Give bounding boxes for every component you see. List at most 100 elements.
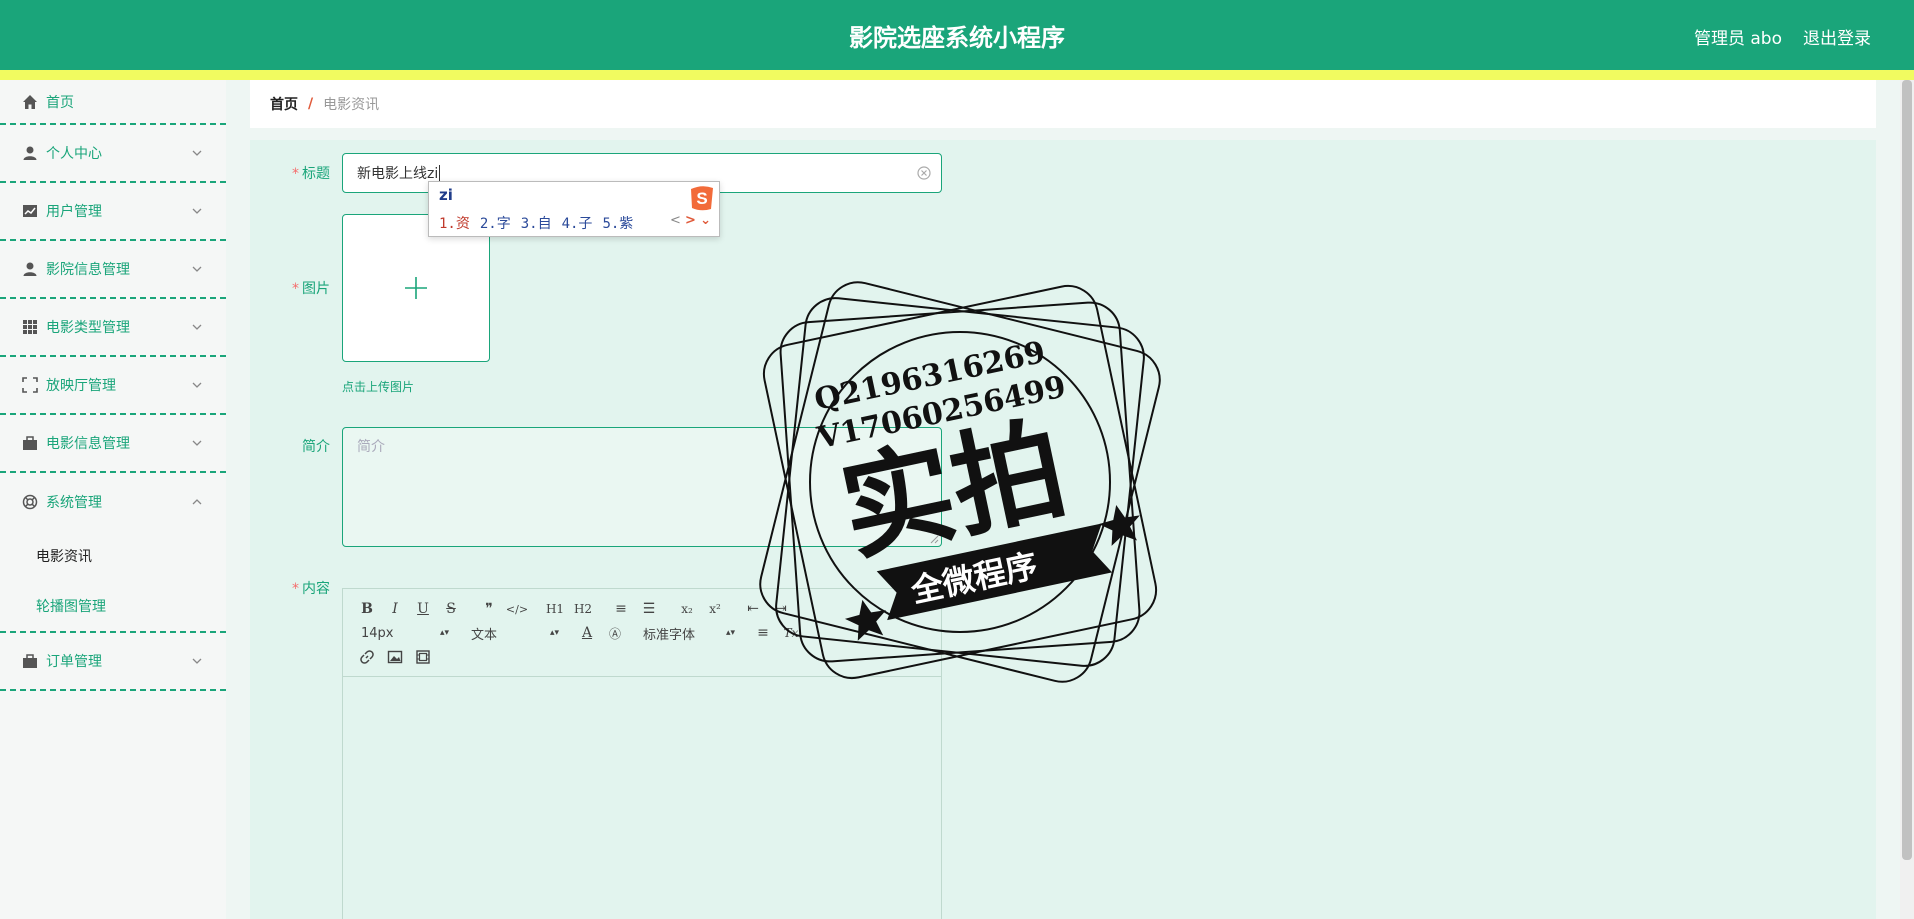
lifebuoy-icon	[22, 494, 38, 510]
plus-icon	[405, 277, 427, 299]
intro-textarea[interactable]: 简介	[342, 427, 942, 547]
sort-icon: ▴▾	[549, 628, 559, 638]
font-size-select[interactable]: 14px ▴▾	[353, 622, 453, 644]
title-input-value: 新电影上线zi	[357, 166, 439, 182]
required-mark: *	[292, 166, 299, 182]
editor-content[interactable]	[343, 677, 941, 919]
text-style-select[interactable]: 文本 ▴▾	[463, 622, 563, 644]
font-color-button[interactable]: A	[573, 622, 601, 644]
chevron-down-icon	[192, 266, 202, 272]
image-icon[interactable]	[381, 646, 409, 668]
ime-candidate[interactable]: 3.自	[521, 216, 552, 232]
header1-button[interactable]: H1	[541, 598, 569, 620]
sidebar-group-system: 系统管理 电影资讯 轮播图管理	[0, 473, 226, 633]
sort-icon: ▴▾	[725, 628, 735, 638]
ime-candidate[interactable]: 2.字	[480, 216, 511, 232]
sidebar-item-label: 订单管理	[46, 654, 102, 670]
title-label: * 标题	[292, 166, 330, 182]
ime-next-button[interactable]: >	[685, 213, 696, 228]
sort-icon: ▴▾	[439, 628, 449, 638]
intro-label: 简介	[302, 439, 330, 455]
page-scrollbar[interactable]	[1900, 80, 1914, 919]
ordered-list-button[interactable]: ≡	[607, 598, 635, 620]
ime-candidate[interactable]: 4.子	[562, 216, 593, 232]
ime-candidate[interactable]: 5.紫	[602, 216, 633, 232]
required-mark: *	[292, 281, 299, 297]
chevron-down-icon	[192, 382, 202, 388]
video-icon[interactable]	[409, 646, 437, 668]
intro-placeholder: 简介	[357, 439, 385, 455]
font-family-select[interactable]: 标准字体 ▴▾	[639, 622, 739, 644]
chevron-down-icon	[192, 208, 202, 214]
indent-button[interactable]: ⇥	[767, 598, 795, 620]
sidebar-item-label: 首页	[46, 94, 74, 111]
user-icon	[22, 261, 38, 277]
sidebar-item-hall[interactable]: 放映厅管理	[0, 357, 226, 415]
breadcrumb-home[interactable]: 首页	[270, 94, 298, 114]
sidebar-item-movie-info[interactable]: 电影信息管理	[0, 415, 226, 473]
sidebar-item-orders[interactable]: 订单管理	[0, 633, 226, 691]
current-user: 管理员 abo	[1693, 29, 1782, 49]
content-label: * 内容	[292, 581, 330, 597]
sidebar-item-users[interactable]: 用户管理	[0, 183, 226, 241]
sidebar-item-label: 电影类型管理	[46, 320, 130, 336]
ime-expand-button[interactable]: ⌄	[700, 213, 711, 228]
sidebar-item-label: 影院信息管理	[46, 262, 130, 278]
superscript-button[interactable]: x²	[701, 598, 729, 620]
chart-icon	[22, 203, 38, 219]
underline-button[interactable]: U	[409, 598, 437, 620]
align-button[interactable]: ≡	[749, 622, 777, 644]
sidebar-item-label: 个人中心	[46, 146, 102, 162]
chevron-up-icon	[192, 499, 202, 505]
sidebar-subitem-movie-news[interactable]: 电影资讯	[0, 531, 226, 581]
sidebar-item-personal[interactable]: 个人中心	[0, 125, 226, 183]
grid-icon	[22, 319, 38, 335]
clear-format-button[interactable]: Tx	[777, 622, 805, 644]
upload-tip: 点击上传图片	[342, 380, 415, 394]
resize-handle-icon[interactable]	[929, 534, 939, 544]
sidebar-item-label: 放映厅管理	[46, 378, 116, 394]
home-icon	[22, 94, 38, 110]
top-header: 影院选座系统小程序 管理员 abo 退出登录	[0, 0, 1914, 70]
strike-button[interactable]: S	[437, 598, 465, 620]
ime-candidate-list: 1.资 2.字 3.自 4.子 5.紫	[439, 213, 643, 233]
sidebar-item-label: 系统管理	[46, 495, 102, 511]
briefcase-icon	[22, 653, 38, 669]
subscript-button[interactable]: x₂	[673, 598, 701, 620]
chevron-down-icon	[192, 324, 202, 330]
logout-link[interactable]: 退出登录	[1803, 24, 1871, 49]
sidebar-item-label: 用户管理	[46, 204, 102, 220]
clear-icon[interactable]	[915, 164, 933, 182]
code-block-button[interactable]: </>	[503, 598, 531, 620]
breadcrumb: 首页 / 电影资讯	[250, 80, 1876, 128]
editor-toolbar: B I U S ❞ </> H1 H2 ≡ ☰ x₂ x² ⇤ ⇥ 14px ▴…	[343, 589, 941, 677]
bullet-list-button[interactable]: ☰	[635, 598, 663, 620]
ime-candidate[interactable]: 1.资	[439, 216, 470, 232]
ime-prev-button[interactable]: <	[670, 213, 681, 228]
sidebar-item-label: 电影信息管理	[46, 436, 130, 452]
sidebar-item-system[interactable]: 系统管理	[0, 473, 226, 531]
header-stripe	[0, 70, 1914, 80]
ime-composition: zi	[439, 186, 453, 204]
app-title: 影院选座系统小程序	[849, 24, 1065, 52]
sidebar-item-home[interactable]: 首页	[0, 80, 226, 125]
outdent-button[interactable]: ⇤	[739, 598, 767, 620]
italic-button[interactable]: I	[381, 598, 409, 620]
rich-text-editor: B I U S ❞ </> H1 H2 ≡ ☰ x₂ x² ⇤ ⇥ 14px ▴…	[342, 588, 942, 919]
bold-button[interactable]: B	[353, 598, 381, 620]
sidebar-item-cinema[interactable]: 影院信息管理	[0, 241, 226, 299]
image-label: * 图片	[292, 281, 330, 297]
news-form: * 标题 新电影上线zi * 图片 点击上传图片 简介 简介 * 内容 B I U S…	[250, 140, 1876, 919]
link-icon[interactable]	[353, 646, 381, 668]
fullscreen-icon	[22, 377, 38, 393]
scrollbar-thumb[interactable]	[1902, 80, 1912, 860]
breadcrumb-separator: /	[308, 96, 314, 112]
background-color-button[interactable]: Ⓐ	[601, 622, 629, 644]
blockquote-button[interactable]: ❞	[475, 598, 503, 620]
user-icon	[22, 145, 38, 161]
chevron-down-icon	[192, 658, 202, 664]
sidebar-item-movie-type[interactable]: 电影类型管理	[0, 299, 226, 357]
header2-button[interactable]: H2	[569, 598, 597, 620]
sidebar-subitem-carousel[interactable]: 轮播图管理	[0, 581, 226, 631]
ime-candidate-popup: zi S 1.资 2.字 3.自 4.子 5.紫 < > ⌄	[428, 181, 720, 237]
